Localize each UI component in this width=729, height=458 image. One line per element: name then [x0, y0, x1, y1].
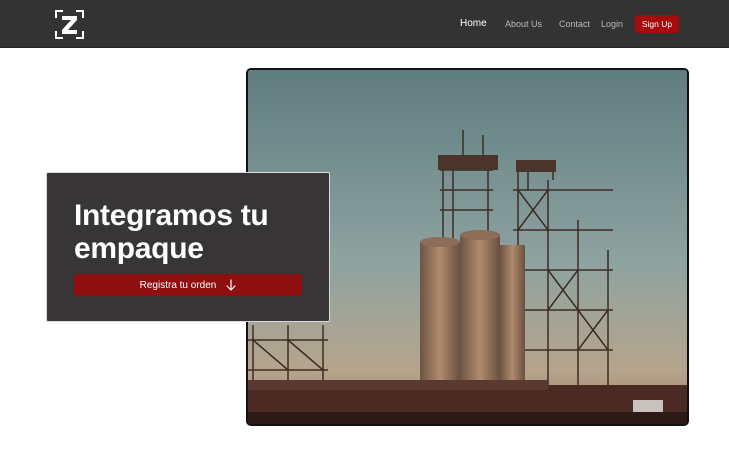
navbar: Home About Us Contact Login Sign Up [0, 0, 729, 48]
hero-title: Integramos tu empaque [74, 199, 269, 265]
nav-login-link[interactable]: Login [601, 0, 623, 48]
register-order-button[interactable]: Registra tu orden [74, 274, 302, 296]
cta-label: Registra tu orden [139, 279, 217, 291]
nav-contact-link[interactable]: Contact [559, 0, 590, 48]
arrow-down-icon [226, 279, 236, 291]
brand-logo-icon[interactable] [55, 10, 84, 39]
hero-card: Integramos tu empaque Registra tu orden [46, 172, 330, 322]
nav-home-link[interactable]: Home [460, 0, 487, 48]
signup-button[interactable]: Sign Up [635, 15, 679, 33]
nav-about-link[interactable]: About Us [505, 0, 542, 48]
